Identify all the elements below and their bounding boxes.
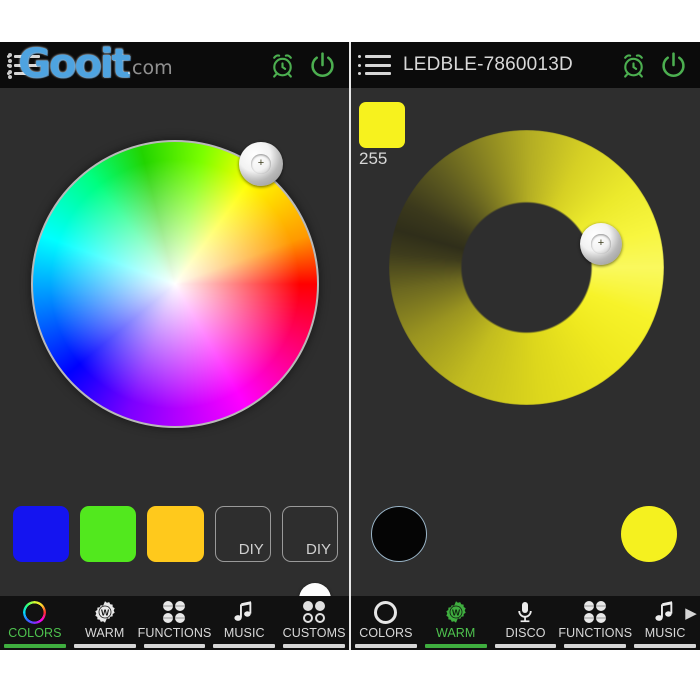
- customs-dots-icon: [303, 599, 326, 625]
- warm-gear-icon: W: [444, 599, 468, 625]
- handle-ring: +: [239, 142, 283, 186]
- tab-music-indicator: [213, 644, 276, 648]
- tab-colors-indicator: [4, 644, 66, 648]
- right-tab-bar: COLORS W WARM DISCO FUNCTIONS MUSIC ▶: [351, 596, 700, 650]
- tab-functions-indicator: [564, 644, 627, 648]
- left-panel-body: + DIY DIY Bright: [0, 88, 349, 627]
- left-alarm-clock-icon[interactable]: [265, 48, 299, 82]
- warm-gear-icon: W: [93, 599, 117, 625]
- ring-icon: [374, 599, 398, 625]
- tab-disco[interactable]: DISCO: [491, 596, 561, 650]
- warm-ring-gradient[interactable]: [389, 130, 664, 405]
- left-tab-bar: COLORS W WARM FUNCTIONS MUSIC CUSTOMS: [0, 596, 349, 650]
- tab-customs[interactable]: CUSTOMS: [279, 596, 349, 650]
- tab-music-label: MUSIC: [644, 626, 686, 640]
- tab-warm[interactable]: W WARM: [70, 596, 140, 650]
- diy-1-label: DIY: [238, 541, 264, 558]
- left-menu-icon[interactable]: [7, 55, 40, 75]
- microphone-icon: [514, 599, 536, 625]
- more-tabs-arrow-icon[interactable]: ▶: [684, 604, 698, 622]
- music-note-icon: [233, 599, 255, 625]
- list-menu-icon[interactable]: [358, 55, 391, 75]
- tab-warm[interactable]: W WARM: [421, 596, 491, 650]
- color-wheel-control[interactable]: +: [31, 140, 319, 428]
- color-wheel-handle[interactable]: +: [239, 142, 283, 186]
- tab-functions-label: FUNCTIONS: [558, 626, 633, 640]
- tab-customs-label: CUSTOMS: [282, 626, 346, 640]
- tab-warm-indicator: [73, 644, 136, 648]
- right-app-header: LEDBLE-7860013D: [351, 42, 700, 88]
- tab-functions-indicator: [143, 644, 206, 648]
- tab-colors-label: COLORS: [359, 626, 413, 640]
- swatch-diy-2[interactable]: DIY: [281, 506, 338, 562]
- right-power-icon[interactable]: [656, 48, 690, 82]
- svg-text:W: W: [452, 608, 461, 618]
- four-dots-icon: [584, 599, 607, 625]
- color-wheel-icon: [23, 599, 47, 625]
- tab-customs-indicator: [283, 644, 345, 648]
- tab-warm-label: WARM: [435, 626, 476, 640]
- tab-colors-label: COLORS: [8, 626, 62, 640]
- diy-2-label: DIY: [305, 541, 331, 558]
- handle-crosshair-icon: +: [257, 157, 265, 170]
- handle-ring: +: [580, 223, 622, 265]
- tab-disco-indicator: [494, 644, 557, 648]
- tab-warm-label: WARM: [84, 626, 125, 640]
- tab-warm-indicator: [424, 644, 487, 648]
- off-circle-button[interactable]: [371, 506, 427, 562]
- tab-music-indicator: [634, 644, 696, 648]
- tab-colors-indicator: [355, 644, 417, 648]
- swatch-gold[interactable]: [147, 506, 204, 562]
- warm-circle-button[interactable]: [621, 506, 677, 562]
- device-name-title: LEDBLE-7860013D: [403, 54, 573, 75]
- swatch-green[interactable]: [80, 506, 137, 562]
- tab-functions[interactable]: FUNCTIONS: [558, 596, 633, 650]
- music-note-icon: [654, 599, 676, 625]
- svg-text:W: W: [101, 608, 110, 618]
- tab-functions-label: FUNCTIONS: [137, 626, 212, 640]
- swatch-blue[interactable]: [13, 506, 70, 562]
- tab-music-label: MUSIC: [223, 626, 265, 640]
- four-dots-icon: [163, 599, 186, 625]
- right-panel-body: 255 +: [351, 88, 700, 596]
- preset-swatch-row: DIY DIY: [13, 506, 338, 562]
- right-alarm-clock-icon[interactable]: [616, 48, 650, 82]
- tab-functions[interactable]: FUNCTIONS: [137, 596, 212, 650]
- tab-colors[interactable]: COLORS: [0, 596, 70, 650]
- tab-music[interactable]: MUSIC: [209, 596, 279, 650]
- left-app-panel: Gooit .com + DIY DIY COLORS W WARM FUNCT…: [0, 42, 349, 650]
- screenshot-stage: Gooit .com + DIY DIY COLORS W WARM FUNCT…: [0, 0, 700, 700]
- warm-white-ring-control[interactable]: +: [389, 130, 664, 405]
- handle-crosshair-icon: +: [597, 237, 605, 250]
- left-app-header: Gooit .com: [0, 42, 349, 88]
- tab-disco-label: DISCO: [505, 626, 546, 640]
- swatch-diy-1[interactable]: DIY: [214, 506, 271, 562]
- left-power-icon[interactable]: [305, 48, 339, 82]
- tab-colors[interactable]: COLORS: [351, 596, 421, 650]
- logo-suffix-text: .com: [126, 57, 173, 79]
- warm-ring-handle[interactable]: +: [580, 223, 622, 265]
- right-app-panel: LEDBLE-7860013D 255 + COLORS W WARM DISC…: [351, 42, 700, 650]
